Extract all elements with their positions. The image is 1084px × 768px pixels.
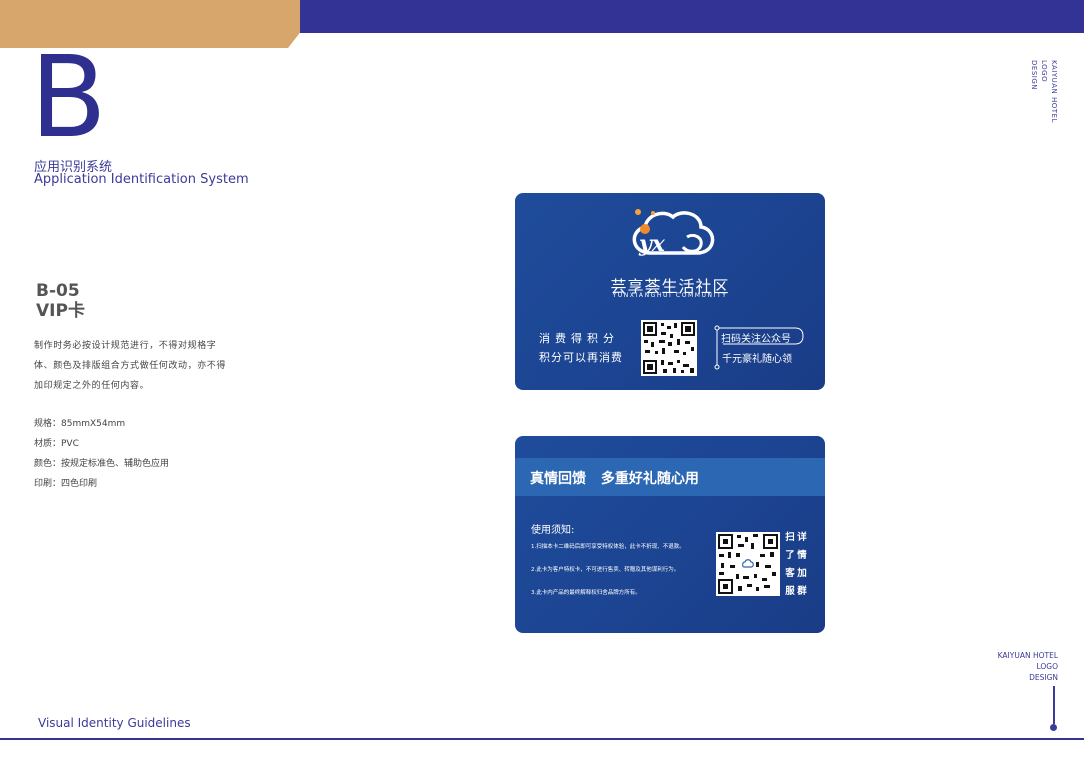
front-qr-code [641,320,697,376]
brand-vertical: KAIYUAN HOTEL LOGO DESIGN [1030,60,1058,130]
spec-material: 材质：PVC [34,439,79,449]
side-vertical-text: 扫了 [785,532,795,561]
svg-text:yx: yx [638,231,666,257]
item-name: VIP卡 [36,300,85,321]
rule-item: 3.此卡内产品的最终解释权归舍品牌方所有。 [531,590,641,596]
brand-corner-line2: LOGO [1036,662,1058,671]
brand-corner-line3: DESIGN [1029,673,1058,682]
earn-points-line1: 消费得积分 [539,332,619,345]
earn-points-line2: 积分可以再消费 [539,351,623,364]
brand-vertical-line2: LOGO [1040,60,1048,83]
rule-item: 2.此卡为客户特权卡，不可进行售卖、转赠及其他谋利行为。 [531,567,680,573]
section-title-en: Application Identification System [34,172,249,187]
brand-corner: KAIYUAN HOTEL LOGO DESIGN [998,650,1058,683]
item-heading: B-05 VIP卡 [36,281,85,321]
vip-card-front: yx 芸享荟生活社区 YUNXIANGHUI COMMUNITY 消费得积分 积… [515,193,825,390]
header-primary-bar [300,0,1084,33]
item-code: B-05 [36,281,80,301]
footer-title: Visual Identity Guidelines [38,716,191,730]
footer-rule [0,738,1084,740]
side-vertical-text: 加群 [797,568,807,597]
spec-size: 规格：85mmX54mm [34,419,126,429]
spec-print: 印刷：四色印刷 [34,479,98,489]
notice-title: 使用须知: [531,525,575,536]
vip-card-back: 真情回馈 多重好礼随心用 使用须知: 1.扫描本卡二维码后即可享受特权体验，此卡… [515,436,825,633]
scan-follow-text: 扫码关注公众号 [721,334,791,345]
side-vertical-text: 详情 [797,532,807,561]
spec-color: 颜色：按规定标准色、辅助色应用 [34,459,170,469]
section-letter: B [30,33,107,163]
back-qr-code [716,532,780,596]
community-logo: yx [632,209,715,257]
gift-text: 千元豪礼随心领 [722,354,792,365]
side-vertical-text: 客服 [785,568,795,597]
brand-vertical-line1: KAIYUAN HOTEL [1050,60,1058,123]
brand-corner-line1: KAIYUAN HOTEL [997,651,1058,660]
rule-item: 1.扫描本卡二维码后即可享受特权体验，此卡不折现、不退款。 [531,544,685,550]
spec-list: 规格：85mmX54mm 材质：PVC 颜色：按规定标准色、辅助色应用 印刷：四… [34,414,169,494]
card-brand-en: YUNXIANGHUI COMMUNITY [612,292,728,299]
page-marker-dot [1050,724,1057,731]
back-title: 真情回馈 多重好礼随心用 [530,471,699,487]
brand-vertical-line3: DESIGN [1030,60,1038,90]
page-marker-line [1053,686,1055,724]
item-description: 制作时务必按设计规范进行，不得对规格字体、颜色及排版组合方式做任何改动，亦不得加… [34,341,227,391]
